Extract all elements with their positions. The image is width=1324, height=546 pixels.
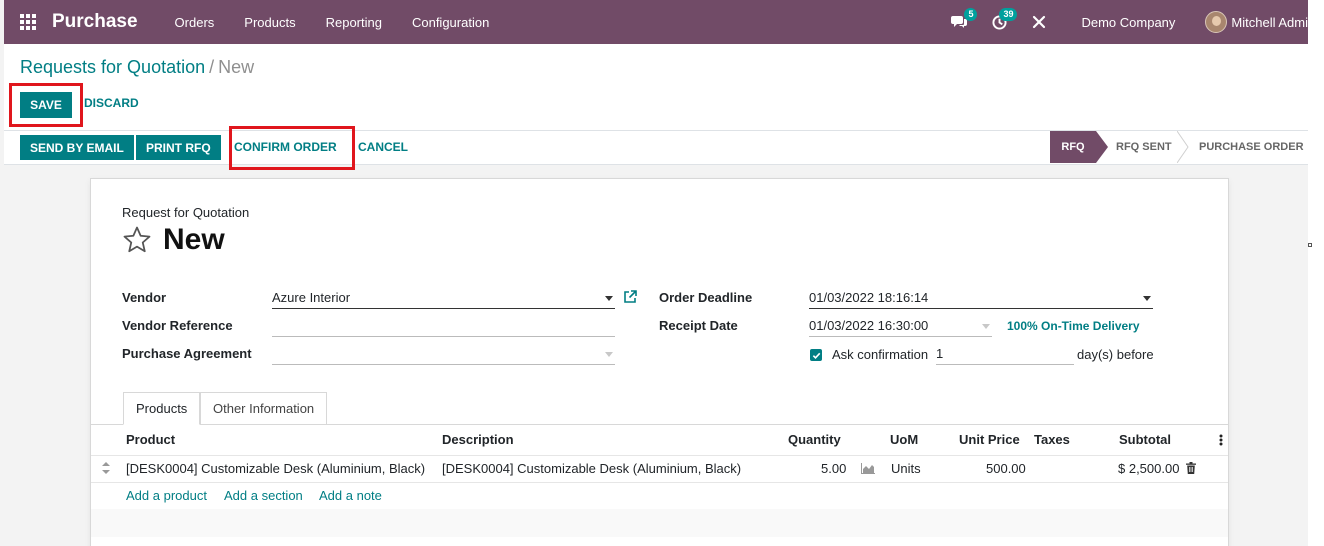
order-deadline-value: 01/03/2022 18:16:14 (809, 290, 929, 305)
stage-purchase-order[interactable]: PURCHASE ORDER (1199, 131, 1309, 163)
menu-orders[interactable]: Orders (160, 0, 230, 44)
cell-unit-price[interactable]: 500.00 (986, 461, 1026, 476)
stage-arrow-active (1096, 131, 1108, 163)
ask-confirmation-label: Ask confirmation (832, 347, 929, 362)
save-highlight-box (9, 83, 83, 127)
drag-handle-icon[interactable] (102, 462, 110, 474)
control-panel: Requests for Quotation / New SAVE DISCARD (4, 44, 1308, 131)
company-switcher[interactable]: Demo Company (1059, 15, 1205, 30)
apps-menu-button[interactable] (4, 0, 52, 44)
receipt-date-field[interactable]: 01/03/2022 16:30:00 (809, 315, 992, 337)
activity-count-badge: 39 (999, 8, 1018, 21)
grid-icon (20, 14, 36, 30)
col-header-unit-price[interactable]: Unit Price (959, 432, 1020, 447)
breadcrumb-separator: / (209, 57, 215, 77)
form-sheet: Request for Quotation New Vendor Azure I… (90, 178, 1229, 546)
messaging-menu[interactable]: 5 (939, 0, 979, 44)
vendor-reference-label: Vendor Reference (122, 318, 233, 333)
ask-confirmation-days-field[interactable]: 1 (936, 343, 1074, 365)
print-rfq-button[interactable]: PRINT RFQ (136, 135, 221, 160)
col-header-uom[interactable]: UoM (890, 432, 918, 447)
send-by-email-button[interactable]: SEND BY EMAIL (20, 135, 134, 160)
trash-icon[interactable] (1186, 462, 1196, 474)
check-icon (812, 352, 820, 359)
purchase-agreement-label: Purchase Agreement (122, 346, 252, 361)
window-gutter (1308, 0, 1324, 546)
order-deadline-field[interactable]: 01/03/2022 18:16:14 (809, 287, 1153, 309)
vendor-label: Vendor (122, 290, 167, 305)
chevron-down-icon[interactable] (982, 324, 990, 329)
user-name: Mitchell Admi (1231, 14, 1308, 30)
statusbar: SEND BY EMAIL PRINT RFQ CONFIRM ORDER CA… (4, 131, 1308, 165)
activity-menu[interactable]: 39 (979, 0, 1019, 44)
col-header-description[interactable]: Description (442, 432, 514, 447)
stage-rfq: RFQ (1050, 131, 1096, 163)
receipt-date-value: 01/03/2022 16:30:00 (809, 318, 929, 333)
stage-rfq-sent[interactable]: RFQ SENT (1116, 131, 1176, 163)
star-icon[interactable] (122, 225, 152, 255)
forecast-chart-icon[interactable] (861, 463, 875, 474)
cell-subtotal: $ 2,500.00 (1118, 461, 1180, 476)
debug-tools-button[interactable] (1019, 0, 1059, 44)
external-link-icon[interactable] (623, 290, 637, 304)
chevron-down-icon[interactable] (1143, 296, 1151, 301)
discard-button[interactable]: DISCARD (84, 96, 139, 110)
menu-products[interactable]: Products (229, 0, 310, 44)
cell-quantity[interactable]: 5.00 (821, 461, 846, 476)
chevron-down-icon[interactable] (605, 296, 613, 301)
breadcrumb-current: New (218, 57, 255, 77)
record-name: New (163, 223, 225, 256)
vendor-value: Azure Interior (272, 290, 351, 305)
add-note-link[interactable]: Add a note (319, 488, 382, 503)
ask-confirmation-checkbox[interactable] (810, 349, 822, 361)
chevron-down-icon[interactable] (605, 352, 613, 357)
user-menu[interactable]: Mitchell Admi (1205, 11, 1308, 33)
empty-row (91, 509, 1228, 537)
menu-configuration[interactable]: Configuration (397, 0, 504, 44)
top-navbar: Purchase Orders Products Reporting Confi… (4, 0, 1308, 44)
order-deadline-label: Order Deadline (659, 290, 753, 305)
cell-description[interactable]: [DESK0004] Customizable Desk (Aluminium,… (442, 461, 741, 476)
chat-count-badge: 5 (964, 8, 978, 21)
days-before-label: day(s) before (1077, 347, 1154, 362)
tab-products[interactable]: Products (123, 392, 201, 425)
avatar (1205, 11, 1228, 33)
resize-handle[interactable] (1308, 243, 1312, 247)
vendor-field[interactable]: Azure Interior (272, 287, 615, 309)
menu-reporting[interactable]: Reporting (311, 0, 397, 44)
col-header-subtotal[interactable]: Subtotal (1119, 432, 1171, 447)
breadcrumb-parent-link[interactable]: Requests for Quotation (20, 57, 205, 77)
confirm-order-highlight-box (229, 126, 355, 170)
add-section-link[interactable]: Add a section (224, 488, 303, 503)
purchase-agreement-field[interactable] (272, 343, 615, 365)
add-product-link[interactable]: Add a product (126, 488, 207, 503)
col-header-taxes[interactable]: Taxes (1034, 432, 1070, 447)
cancel-button[interactable]: CANCEL (358, 140, 408, 154)
breadcrumb: Requests for Quotation / New (20, 57, 254, 78)
tools-icon (1033, 15, 1046, 29)
col-header-product[interactable]: Product (126, 432, 175, 447)
tab-other-information[interactable]: Other Information (200, 392, 328, 425)
col-header-quantity[interactable]: Quantity (788, 432, 841, 447)
cell-uom[interactable]: Units (891, 461, 921, 476)
app-title[interactable]: Purchase (52, 11, 138, 33)
vendor-reference-field[interactable] (272, 315, 615, 337)
optional-columns-icon[interactable] (1219, 434, 1223, 446)
receipt-date-label: Receipt Date (659, 318, 738, 333)
document-type-label: Request for Quotation (122, 205, 250, 220)
stage-arrow-divider (1177, 131, 1189, 163)
cell-product[interactable]: [DESK0004] Customizable Desk (Aluminium,… (126, 461, 425, 476)
on-time-delivery-link[interactable]: 100% On-Time Delivery (1007, 319, 1140, 333)
